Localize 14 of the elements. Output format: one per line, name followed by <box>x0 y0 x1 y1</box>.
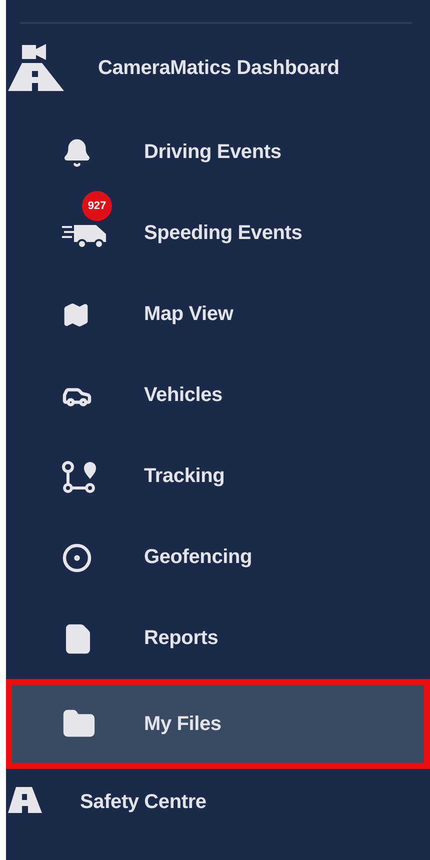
route-pins-icon <box>62 460 96 492</box>
nav-item[interactable]: Geofencing <box>6 517 430 598</box>
nav-item[interactable]: Vehicles <box>6 355 430 436</box>
nav-item[interactable]: Reports <box>6 598 430 679</box>
nav-item[interactable]: 927 Speeding Events <box>6 193 430 274</box>
nav-item[interactable]: Map View <box>6 274 430 355</box>
map-icon <box>62 300 90 328</box>
count-badge: 927 <box>82 190 112 220</box>
bell-icon <box>62 138 92 168</box>
nav-item[interactable]: Safety Centre <box>6 769 430 835</box>
nav-item[interactable]: My Files <box>6 679 430 769</box>
nav-item[interactable]: Tracking <box>6 436 430 517</box>
dashboard-title: CameraMatics Dashboard <box>98 56 340 80</box>
nav-item[interactable]: Driving Events <box>6 112 430 193</box>
